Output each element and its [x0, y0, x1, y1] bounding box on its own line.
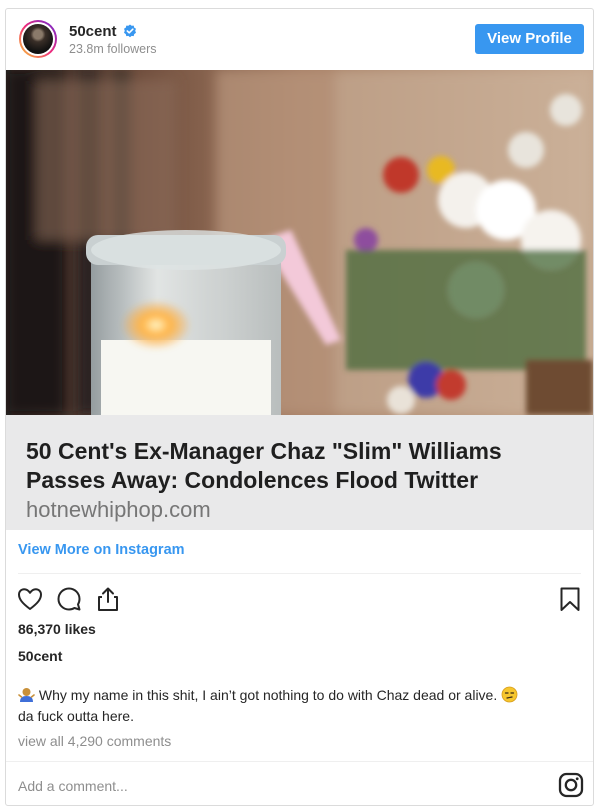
caption-text: Why my name in this shit, I ain’t got no… [38, 687, 498, 703]
caption-author[interactable]: 50cent [18, 648, 62, 664]
share-icon[interactable] [94, 585, 122, 613]
link-preview-title: 50 Cent's Ex-Manager Chaz "Slim" William… [26, 438, 502, 493]
avatar[interactable] [19, 20, 57, 58]
view-all-comments-link[interactable]: view all 4,290 comments [18, 733, 171, 749]
view-profile-button[interactable]: View Profile [475, 24, 584, 54]
instagram-embed-card: 50cent 23.8m followers View Profile 50 C… [5, 8, 594, 806]
post-header: 50cent 23.8m followers View Profile [6, 9, 593, 69]
comment-icon[interactable] [55, 585, 83, 613]
link-preview-card[interactable]: 50 Cent's Ex-Manager Chaz "Slim" William… [6, 415, 593, 530]
post-image[interactable] [6, 70, 593, 415]
divider [6, 761, 593, 762]
instagram-icon[interactable] [558, 772, 584, 798]
add-comment-input[interactable]: Add a comment... [18, 778, 128, 794]
caption-text-end: da fuck outta here. [18, 708, 134, 724]
username[interactable]: 50cent [69, 23, 117, 40]
memorial-photo [6, 70, 593, 415]
person-shrugging-emoji-icon [18, 688, 35, 702]
caption: Why my name in this shit, I ain’t got no… [18, 685, 584, 727]
follower-count: 23.8m followers [69, 42, 157, 56]
bookmark-icon[interactable] [556, 585, 584, 613]
link-preview-domain: hotnewhiphop.com [26, 497, 211, 522]
like-count[interactable]: 86,370 likes [18, 621, 96, 637]
view-more-link[interactable]: View More on Instagram [18, 542, 185, 558]
unamused-face-emoji-icon [501, 686, 518, 703]
heart-icon[interactable] [16, 585, 44, 613]
verified-icon [124, 24, 136, 38]
action-bar [6, 579, 593, 619]
divider [18, 573, 581, 574]
